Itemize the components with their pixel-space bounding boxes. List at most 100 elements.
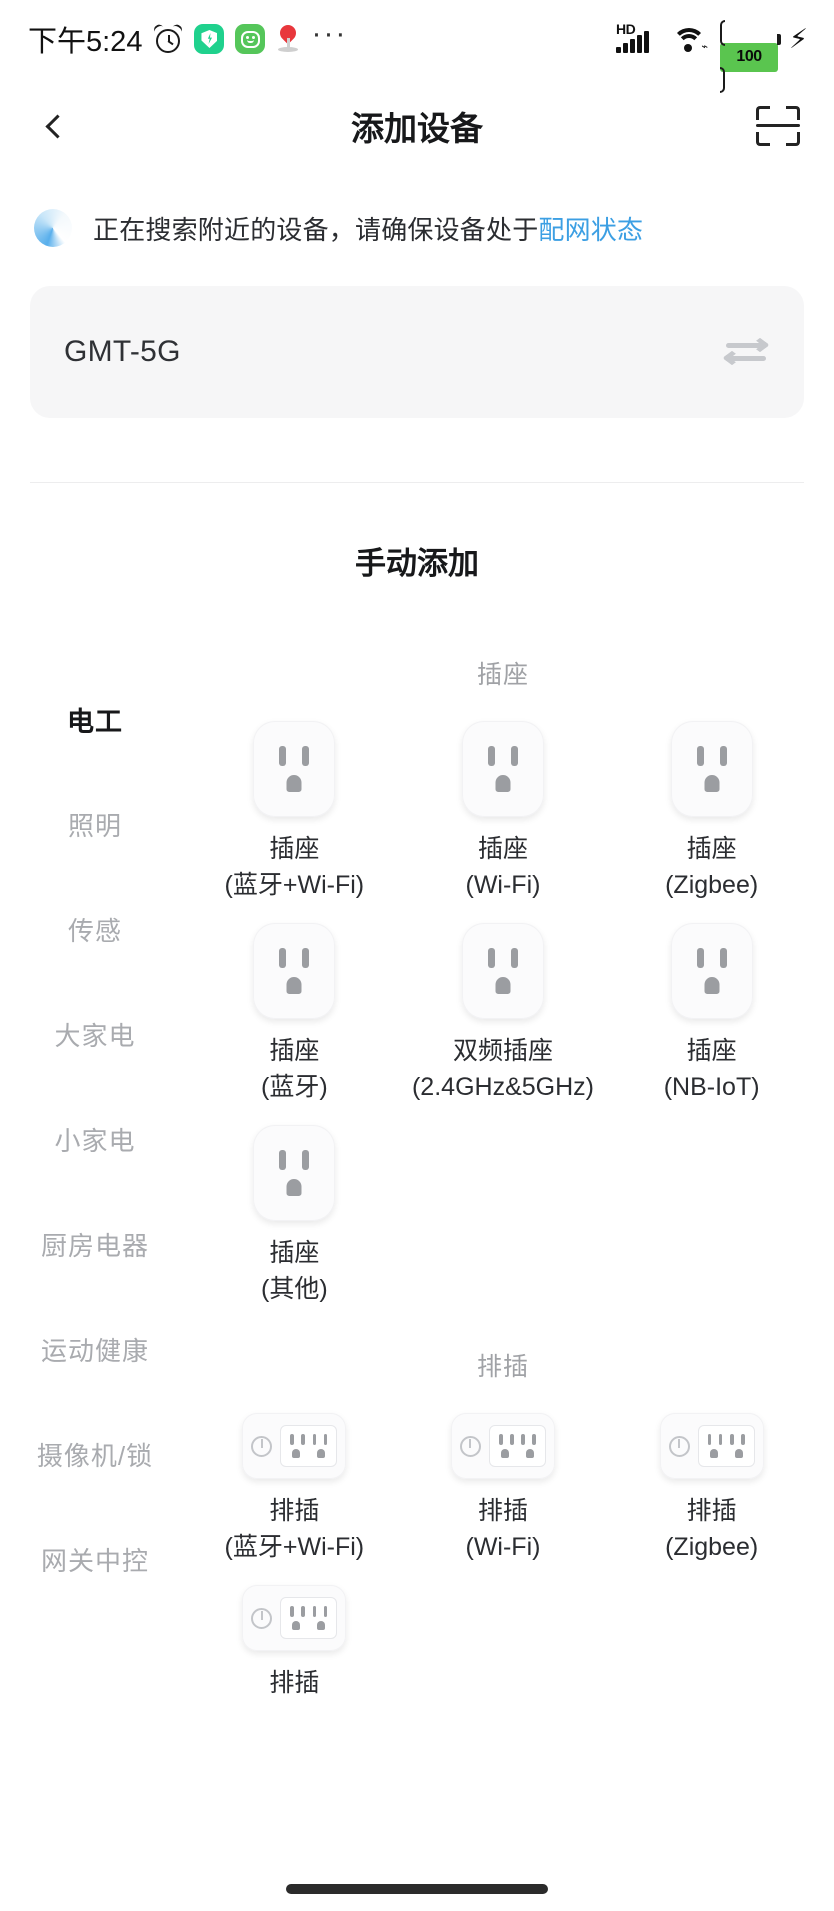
power-strip-icon	[242, 1585, 346, 1651]
search-status-row: 正在搜索附近的设备，请确保设备处于配网状态	[0, 174, 834, 258]
location-pin-icon	[276, 24, 300, 54]
cellular-signal-icon: HD	[616, 23, 658, 55]
product-variant: (蓝牙+Wi-Fi)	[199, 868, 389, 904]
status-bar-left: 下午5:24 ···	[28, 18, 616, 60]
lightning-bolt-icon: ⚡	[789, 26, 808, 53]
wifi-ssid-value: GMT-5G	[64, 335, 724, 369]
battery-level: 100	[720, 43, 778, 72]
sidebar-item-chufangdianqi[interactable]: 厨房电器	[0, 1192, 190, 1297]
sidebar-item-chuangan[interactable]: 传感	[0, 877, 190, 982]
product-variant: (其他)	[199, 1272, 389, 1308]
product-variant: (蓝牙)	[199, 1070, 389, 1106]
product-item-empty	[607, 1585, 816, 1722]
status-bar-right: HD ⌁ 100 ⚡	[616, 23, 808, 55]
wifi-network-field[interactable]: GMT-5G	[30, 286, 804, 418]
app-screen: 下午5:24 ··· HD ⌁	[0, 0, 834, 1911]
pairing-mode-link[interactable]: 配网状态	[538, 215, 643, 245]
product-label: 插座 (蓝牙+Wi-Fi)	[199, 832, 389, 903]
product-variant: (蓝牙+Wi-Fi)	[199, 1530, 389, 1566]
product-row: 插座 (蓝牙+Wi-Fi) 插座 (Wi-Fi) 插座 (Zigbee)	[190, 721, 816, 923]
product-name: 插座	[199, 832, 389, 868]
product-label: 插座 (NB-IoT)	[617, 1034, 807, 1105]
socket-icon	[462, 721, 544, 817]
product-row: 插座 (蓝牙) 双频插座 (2.4GHz&5GHz) 插座 (NB-IoT)	[190, 923, 816, 1125]
product-label: 排插 (Wi-Fi)	[408, 1494, 598, 1565]
socket-icon	[671, 721, 753, 817]
product-row: 插座 (其他)	[190, 1125, 816, 1327]
section-divider	[30, 482, 804, 483]
product-name: 排插	[617, 1494, 807, 1530]
sidebar-item-xiaojiadian[interactable]: 小家电	[0, 1087, 190, 1192]
product-variant: (2.4GHz&5GHz)	[408, 1070, 598, 1106]
product-item[interactable]: 插座 (Wi-Fi)	[399, 721, 608, 923]
socket-icon	[462, 923, 544, 1019]
back-chevron-icon	[45, 114, 69, 138]
product-variant: (Zigbee)	[617, 868, 807, 904]
sidebar-item-diangong[interactable]: 电工	[0, 667, 190, 772]
product-item[interactable]: 插座 (蓝牙+Wi-Fi)	[190, 721, 399, 923]
product-name: 排插	[199, 1494, 389, 1530]
section-header-socket: 插座	[190, 655, 816, 691]
product-item[interactable]: 双频插座 (2.4GHz&5GHz)	[399, 923, 608, 1125]
product-item-empty	[399, 1585, 608, 1722]
status-overflow-icon: ···	[311, 27, 347, 51]
sidebar-item-yundongjiankang[interactable]: 运动健康	[0, 1297, 190, 1402]
status-bar: 下午5:24 ··· HD ⌁	[0, 0, 834, 78]
back-button[interactable]	[28, 100, 80, 152]
product-item[interactable]: 排插 (蓝牙+Wi-Fi)	[190, 1413, 399, 1585]
product-name: 插座	[617, 1034, 807, 1070]
sidebar-item-zhaoming[interactable]: 照明	[0, 772, 190, 877]
sidebar-item-dajiadian[interactable]: 大家电	[0, 982, 190, 1087]
product-name: 插座	[408, 832, 598, 868]
socket-icon	[253, 1125, 335, 1221]
product-item[interactable]: 排插 (Wi-Fi)	[399, 1413, 608, 1585]
product-label: 插座 (蓝牙)	[199, 1034, 389, 1105]
product-item[interactable]: 排插	[190, 1585, 399, 1722]
page-title: 添加设备	[0, 102, 834, 150]
loading-spinner-icon	[34, 209, 72, 247]
product-item-empty	[607, 1125, 816, 1327]
product-row: 排插	[190, 1585, 816, 1722]
product-name: 排插	[199, 1666, 389, 1702]
power-strip-icon	[451, 1413, 555, 1479]
product-item[interactable]: 排插 (Zigbee)	[607, 1413, 816, 1585]
content-area: 电工 照明 传感 大家电 小家电 厨房电器 运动健康 摄像机/锁 网关中控 插座…	[0, 635, 834, 1911]
product-item[interactable]: 插座 (其他)	[190, 1125, 399, 1327]
app-bar: 添加设备	[0, 78, 834, 174]
socket-icon	[253, 923, 335, 1019]
wifi-icon: ⌁	[671, 24, 707, 54]
product-variant: (NB-IoT)	[617, 1070, 807, 1106]
product-label: 插座 (Zigbee)	[617, 832, 807, 903]
product-label: 双频插座 (2.4GHz&5GHz)	[408, 1034, 598, 1105]
product-name: 插座	[199, 1236, 389, 1272]
alarm-clock-icon	[153, 24, 183, 54]
product-grid-area: 插座 插座 (蓝牙+Wi-Fi) 插座 (Wi-Fi)	[190, 635, 834, 1911]
category-sidebar[interactable]: 电工 照明 传感 大家电 小家电 厨房电器 运动健康 摄像机/锁 网关中控	[0, 635, 190, 1911]
battery-icon: 100	[720, 25, 778, 54]
socket-icon	[253, 721, 335, 817]
sidebar-item-wangguanzhongkong[interactable]: 网关中控	[0, 1507, 190, 1612]
product-item[interactable]: 插座 (蓝牙)	[190, 923, 399, 1125]
product-row: 排插 (蓝牙+Wi-Fi) 排插 (Wi-Fi)	[190, 1413, 816, 1585]
swap-network-icon[interactable]	[724, 336, 768, 368]
home-indicator[interactable]	[286, 1884, 548, 1894]
product-name: 排插	[408, 1494, 598, 1530]
socket-icon	[671, 923, 753, 1019]
product-label: 插座 (Wi-Fi)	[408, 832, 598, 903]
product-item[interactable]: 插座 (Zigbee)	[607, 721, 816, 923]
product-name: 插座	[617, 832, 807, 868]
product-item[interactable]: 插座 (NB-IoT)	[607, 923, 816, 1125]
product-item-empty	[399, 1125, 608, 1327]
product-label: 排插 (Zigbee)	[617, 1494, 807, 1565]
sidebar-item-shexiangjisuo[interactable]: 摄像机/锁	[0, 1402, 190, 1507]
product-variant: (Zigbee)	[617, 1530, 807, 1566]
product-name: 双频插座	[408, 1034, 598, 1070]
manual-add-title: 手动添加	[0, 538, 834, 583]
green-face-icon	[235, 24, 265, 54]
product-name: 插座	[199, 1034, 389, 1070]
search-status-message: 正在搜索附近的设备，请确保设备处于	[93, 215, 538, 245]
product-variant: (Wi-Fi)	[408, 868, 598, 904]
product-label: 排插 (蓝牙+Wi-Fi)	[199, 1494, 389, 1565]
product-label: 插座 (其他)	[199, 1236, 389, 1307]
scan-qr-button[interactable]	[752, 100, 804, 152]
